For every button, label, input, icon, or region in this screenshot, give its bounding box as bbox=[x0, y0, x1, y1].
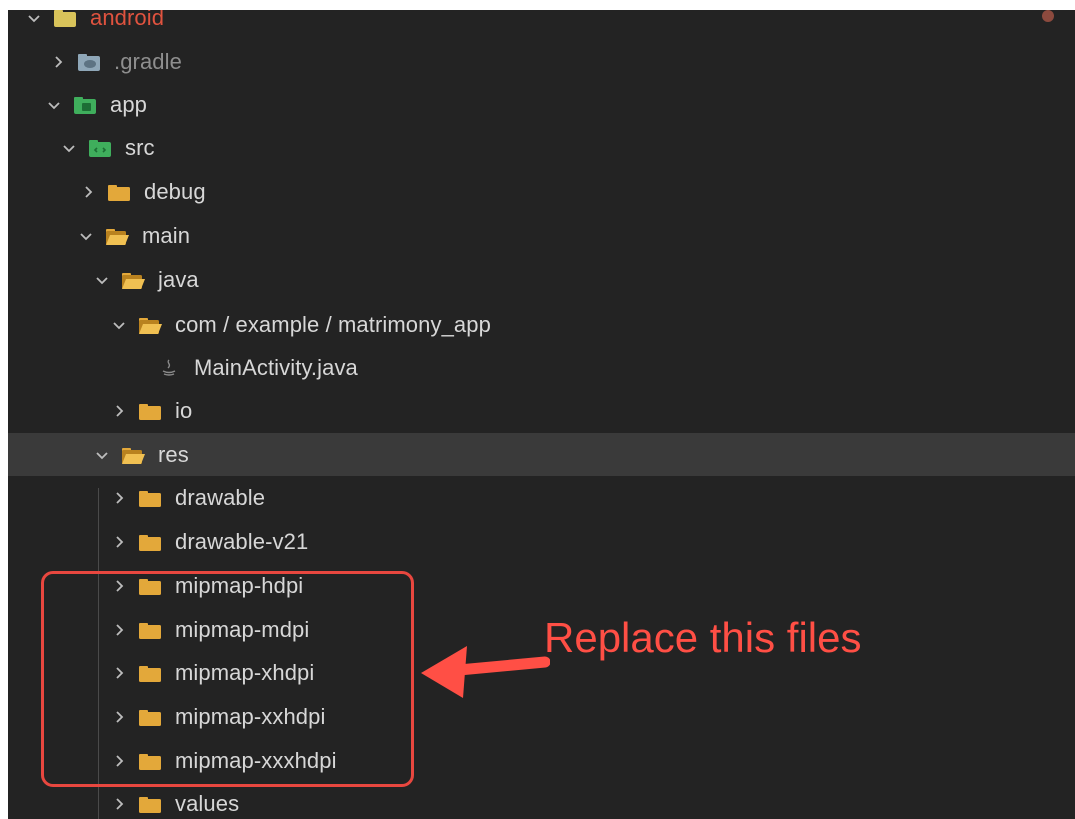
tree-item-res[interactable]: res bbox=[8, 433, 1075, 476]
tree-item-label: src bbox=[125, 134, 155, 160]
source-folder-icon bbox=[87, 138, 113, 158]
chevron-right-icon[interactable] bbox=[50, 54, 66, 70]
folder-icon bbox=[106, 182, 132, 202]
tree-item-label: app bbox=[110, 91, 148, 117]
chevron-right-icon[interactable] bbox=[80, 184, 96, 200]
folder-icon bbox=[137, 532, 163, 552]
tree-item-label: java bbox=[158, 266, 199, 292]
open-folder-icon bbox=[104, 226, 130, 246]
chevron-down-icon[interactable] bbox=[26, 10, 42, 26]
folder-icon bbox=[137, 794, 163, 814]
android-folder-icon bbox=[52, 10, 78, 28]
tree-item-drawable[interactable]: drawable bbox=[8, 476, 1075, 519]
open-folder-icon bbox=[120, 270, 146, 290]
open-folder-icon bbox=[137, 315, 163, 335]
chevron-down-icon[interactable] bbox=[78, 228, 94, 244]
open-folder-icon bbox=[120, 445, 146, 465]
tree-item-values[interactable]: values bbox=[8, 782, 1075, 819]
callout-arrow-icon bbox=[421, 646, 550, 698]
tree-item-label: com / example / matrimony_app bbox=[175, 311, 491, 337]
tree-item-io[interactable]: io bbox=[8, 389, 1075, 432]
chevron-down-icon[interactable] bbox=[94, 272, 110, 288]
chevron-right-icon[interactable] bbox=[111, 534, 127, 550]
tree-item-label: MainActivity.java bbox=[194, 354, 358, 380]
java-file-icon bbox=[156, 358, 182, 378]
chevron-down-icon[interactable] bbox=[61, 140, 77, 156]
tree-item-label: drawable-v21 bbox=[175, 528, 309, 554]
tree-item-com-example-matrimony-app[interactable]: com / example / matrimony_app bbox=[8, 303, 1075, 346]
annotation-text: Replace this files bbox=[544, 614, 862, 661]
tree-item-label: res bbox=[158, 441, 189, 467]
tree-item-debug[interactable]: debug bbox=[8, 170, 1075, 213]
chevron-down-icon[interactable] bbox=[94, 447, 110, 463]
tree-item-src[interactable]: src bbox=[8, 126, 1075, 169]
tree-item-main[interactable]: main bbox=[8, 214, 1075, 257]
chevron-down-icon[interactable] bbox=[46, 97, 62, 113]
chevron-right-icon[interactable] bbox=[111, 796, 127, 812]
tree-item-label: drawable bbox=[175, 484, 266, 510]
gradle-folder-icon bbox=[76, 52, 102, 72]
tree-item-label: io bbox=[175, 397, 193, 423]
tree-item-label: .gradle bbox=[114, 48, 182, 74]
highlight-box bbox=[41, 571, 414, 787]
folder-icon bbox=[137, 401, 163, 421]
chevron-down-icon[interactable] bbox=[111, 317, 127, 333]
tree-item-gradle[interactable]: .gradle bbox=[8, 40, 1075, 83]
chevron-right-icon[interactable] bbox=[111, 403, 127, 419]
tree-item-drawable-v21[interactable]: drawable-v21 bbox=[8, 520, 1075, 563]
tree-item-label: main bbox=[142, 222, 191, 248]
tree-item-app[interactable]: app bbox=[8, 83, 1075, 126]
tree-item-label: values bbox=[175, 790, 240, 816]
tree-item-mainactivity-java[interactable]: MainActivity.java bbox=[8, 346, 1075, 389]
tree-item-java[interactable]: java bbox=[8, 258, 1075, 301]
folder-icon bbox=[137, 488, 163, 508]
tree-item-label: debug bbox=[144, 178, 206, 204]
tree-item-label: android bbox=[90, 10, 165, 30]
app-folder-icon bbox=[72, 95, 98, 115]
tree-item-android[interactable]: android bbox=[8, 10, 1075, 39]
chevron-right-icon[interactable] bbox=[111, 490, 127, 506]
